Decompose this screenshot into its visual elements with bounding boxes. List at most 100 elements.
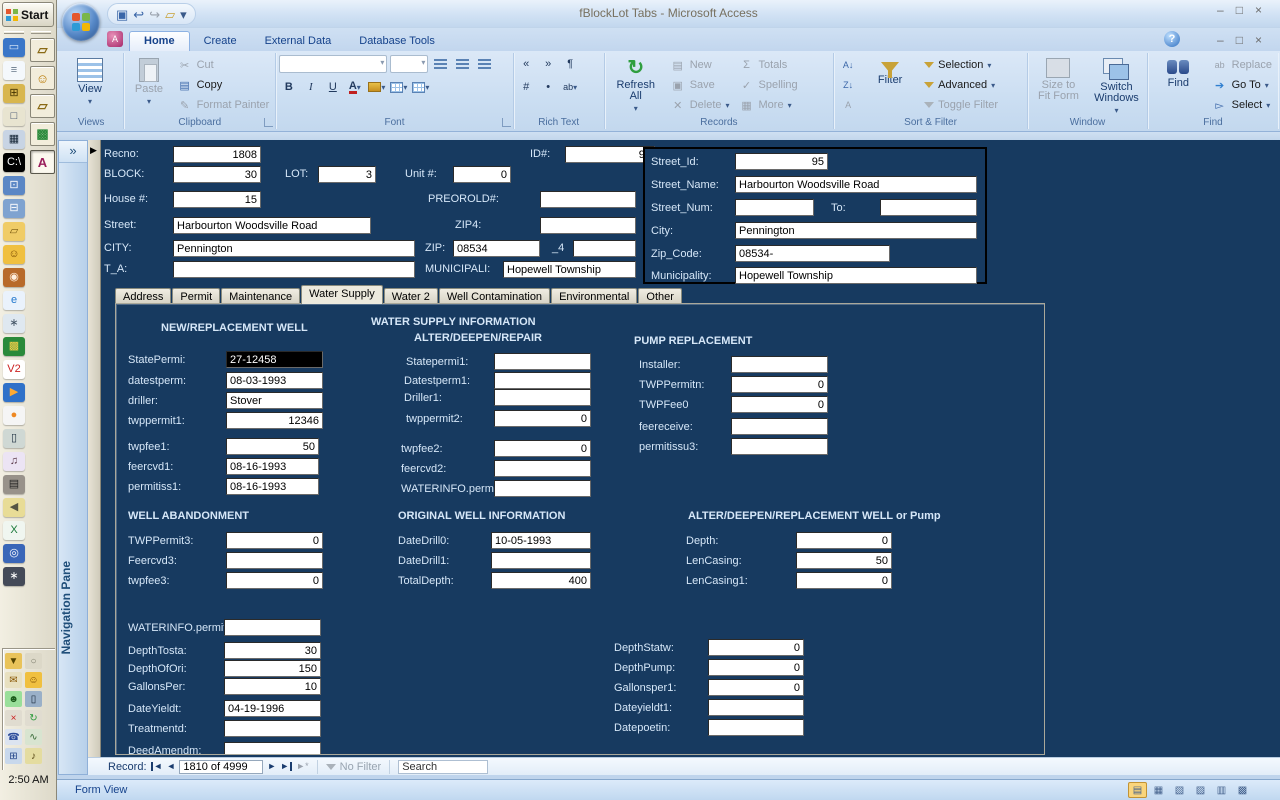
copy-button[interactable]: ▤Copy: [174, 75, 273, 95]
v2-player-icon[interactable]: V2: [3, 360, 25, 379]
network-computer-icon[interactable]: ⊟: [3, 199, 25, 218]
folder-up-app-button[interactable]: ▱: [30, 38, 55, 62]
speaker-icon[interactable]: ◀: [3, 498, 25, 517]
feereceive-input[interactable]: [731, 418, 828, 435]
font-dialog-launcher[interactable]: [502, 118, 511, 127]
zip-input[interactable]: [453, 240, 540, 257]
gridlines-button[interactable]: [389, 78, 408, 96]
calculator-icon[interactable]: ▦: [3, 130, 25, 149]
volume-tray-icon[interactable]: ♪: [25, 748, 42, 764]
select-button[interactable]: ▻Select: [1209, 95, 1275, 115]
view-button[interactable]: View: [62, 55, 118, 115]
lot-input[interactable]: [318, 166, 376, 183]
datestperm-input[interactable]: [226, 372, 323, 389]
command-prompt-icon[interactable]: C:\: [3, 153, 25, 172]
layout-view-button[interactable]: ▥: [1212, 782, 1231, 798]
sort-ascending-button[interactable]: A↓: [837, 55, 859, 75]
totals-button[interactable]: ΣTotals: [736, 55, 801, 75]
show-desktop-icon[interactable]: ▭: [3, 38, 25, 57]
twppermit3-input[interactable]: [226, 532, 323, 549]
internet-explorer-icon[interactable]: e: [3, 291, 25, 310]
start-button[interactable]: Start: [2, 2, 54, 27]
new-blank-record-button[interactable]: ►*: [296, 762, 308, 771]
form-tab-maintenance[interactable]: Maintenance: [221, 288, 300, 304]
driller1-input[interactable]: [494, 389, 591, 406]
child-minimize-button[interactable]: –: [1217, 34, 1224, 46]
media-player-icon[interactable]: ▶: [3, 383, 25, 402]
underline-button[interactable]: U: [323, 78, 342, 96]
text-direction-icon[interactable]: ¶: [561, 55, 580, 73]
street-num-input[interactable]: [735, 199, 814, 216]
movie-maker-icon[interactable]: ◉: [3, 268, 25, 287]
dateyieldt-input[interactable]: [224, 700, 321, 717]
house-input[interactable]: [173, 191, 261, 208]
design-view-button[interactable]: ▩: [1233, 782, 1252, 798]
datedrill0-input[interactable]: [491, 532, 591, 549]
toggle-filter-button[interactable]: Toggle Filter: [921, 95, 1001, 115]
pending-tray-icon[interactable]: ○: [25, 653, 42, 669]
twpfee3-input[interactable]: [226, 572, 323, 589]
selection-button[interactable]: Selection: [921, 55, 1001, 75]
form-view-button[interactable]: ▤: [1128, 782, 1147, 798]
panel-city-input[interactable]: [735, 222, 977, 239]
id-input[interactable]: [565, 146, 655, 163]
form-tab-water-2[interactable]: Water 2: [384, 288, 438, 304]
fill-color-button[interactable]: [367, 78, 386, 96]
close-button[interactable]: ×: [1255, 4, 1262, 16]
twppermit1-input[interactable]: [226, 412, 323, 429]
mail-alert-tray-icon[interactable]: ✉: [5, 672, 22, 688]
color-grid-app-button[interactable]: ▩: [30, 122, 55, 146]
feercvd2-input[interactable]: [494, 460, 591, 477]
twpfee2-input[interactable]: [494, 440, 591, 457]
filter-state-button[interactable]: No Filter: [326, 761, 382, 773]
cut-button[interactable]: ✂Cut: [174, 55, 273, 75]
bullet-list-icon[interactable]: •: [539, 78, 558, 96]
folder-window-icon[interactable]: □: [3, 107, 25, 126]
record-search-input[interactable]: [398, 760, 488, 774]
street-input[interactable]: [173, 217, 371, 234]
depth-input[interactable]: [796, 532, 892, 549]
zip4b-input[interactable]: [573, 240, 636, 257]
feercvd3-input[interactable]: [226, 552, 323, 569]
satellite-pc-icon[interactable]: ∗: [3, 567, 25, 586]
clear-sorts-button[interactable]: A: [837, 95, 859, 115]
orange-app-icon[interactable]: ●: [3, 406, 25, 425]
lencasing1-input[interactable]: [796, 572, 892, 589]
sync-tray-icon[interactable]: ↻: [25, 710, 42, 726]
refresh-all-button[interactable]: ↻ RefreshAll: [608, 55, 664, 115]
street-name-input[interactable]: [735, 176, 977, 193]
bold-button[interactable]: B: [279, 78, 298, 96]
delete-record-button[interactable]: ✕Delete: [667, 95, 733, 115]
format-painter-button[interactable]: ✎Format Painter: [174, 95, 273, 115]
depthstatw-input[interactable]: [708, 639, 804, 656]
download-folder-tray-icon[interactable]: ▼: [5, 653, 22, 669]
form-tab-address[interactable]: Address: [115, 288, 171, 304]
child-close-button[interactable]: ×: [1255, 34, 1262, 46]
italic-button[interactable]: I: [301, 78, 320, 96]
navigation-pane-expand-icon[interactable]: »: [59, 141, 87, 163]
excel-doc-icon[interactable]: X: [3, 521, 25, 540]
folder-up-app-2-button[interactable]: ▱: [30, 94, 55, 118]
toolbox-icon[interactable]: ▤: [3, 475, 25, 494]
find-button[interactable]: Find: [1151, 55, 1206, 115]
alternate-fill-button[interactable]: [411, 78, 430, 96]
form-tab-other[interactable]: Other: [638, 288, 682, 304]
program-box-icon[interactable]: ⊞: [3, 84, 25, 103]
municipality-input[interactable]: [735, 267, 977, 284]
tab-home[interactable]: Home: [129, 31, 190, 51]
switch-windows-button[interactable]: SwitchWindows: [1089, 55, 1144, 115]
music-notes-icon[interactable]: ♫: [3, 452, 25, 471]
pivotchart-view-button[interactable]: ▨: [1191, 782, 1210, 798]
replace-button[interactable]: abReplace: [1209, 55, 1275, 75]
city-input[interactable]: [173, 240, 415, 257]
shortcut-cluster-icon[interactable]: ∗: [3, 314, 25, 333]
record-position-input[interactable]: [179, 760, 263, 774]
gallonsper-input[interactable]: [224, 678, 321, 695]
pivottable-view-button[interactable]: ▧: [1170, 782, 1189, 798]
stateperm-input[interactable]: [226, 351, 323, 368]
datasheet-view-button[interactable]: ▦: [1149, 782, 1168, 798]
power-plug-tray-icon[interactable]: ∿: [25, 729, 42, 745]
font-color-button[interactable]: A: [345, 78, 364, 96]
twpfee1-input[interactable]: [226, 438, 319, 455]
datestperm1-input[interactable]: [494, 372, 591, 389]
